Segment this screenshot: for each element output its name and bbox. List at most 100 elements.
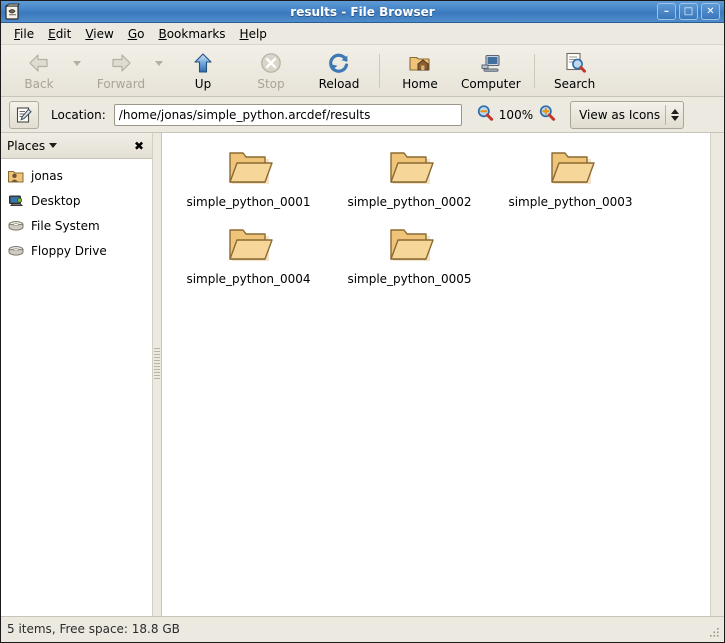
reload-icon: [327, 51, 351, 75]
zoom-level: 100%: [498, 107, 534, 122]
home-button[interactable]: Home: [386, 48, 454, 93]
menubar: File Edit View Go Bookmarks Help: [1, 23, 724, 45]
view-combo-separator: [665, 104, 667, 125]
file-name: simple_python_0001: [186, 195, 311, 209]
icon-grid: simple_python_0001 simple_python_0002 si…: [162, 133, 724, 293]
arrow-left-icon: [27, 51, 51, 75]
menu-go-accel: G: [127, 26, 138, 41]
close-sidebar-icon[interactable]: ✖: [132, 140, 146, 152]
home-folder-icon: [7, 167, 25, 185]
folder-icon: [225, 221, 273, 268]
toolbar-separator-1: [379, 53, 380, 88]
file-browser-icon[interactable]: [3, 2, 23, 22]
zoom-in-icon[interactable]: [538, 104, 556, 125]
maximize-button[interactable]: □: [679, 3, 698, 20]
up-label: Up: [194, 77, 212, 91]
location-label: Location:: [51, 107, 106, 122]
zoom-out-icon[interactable]: [476, 104, 494, 125]
menu-edit-label: dit: [55, 26, 72, 41]
menu-edit[interactable]: Edit: [41, 25, 78, 43]
content-area: Places ✖ jonas Desktop File System Flopp…: [1, 133, 724, 616]
location-bar: Location: 100% View as Icons: [1, 97, 724, 133]
menu-help-label: elp: [248, 26, 267, 41]
location-input[interactable]: [113, 103, 462, 126]
menu-help[interactable]: Help: [233, 25, 274, 43]
desktop-icon: [7, 192, 25, 210]
view-mode-label: View as Icons: [579, 107, 661, 122]
drive-harddisk-icon: [7, 217, 25, 235]
forward-button[interactable]: Forward: [87, 48, 155, 93]
file-browser-window: results - File Browser – □ ✕ File Edit V…: [0, 0, 725, 643]
file-name: simple_python_0005: [347, 272, 472, 286]
back-label: Back: [24, 77, 54, 91]
splitter-grip[interactable]: [154, 348, 160, 380]
file-view-pane[interactable]: simple_python_0001 simple_python_0002 si…: [161, 133, 724, 616]
folder-icon: [225, 144, 273, 191]
back-dropdown-icon[interactable]: [73, 61, 81, 66]
resize-grip-icon[interactable]: [707, 625, 721, 639]
sidebar-item-label: Floppy Drive: [31, 243, 107, 258]
folder-icon: [386, 221, 434, 268]
reload-label: Reload: [318, 77, 360, 91]
sidebar-item-jonas[interactable]: jonas: [1, 163, 152, 188]
titlebar[interactable]: results - File Browser – □ ✕: [1, 1, 724, 23]
up-button[interactable]: Up: [169, 48, 237, 93]
home-label: Home: [402, 77, 438, 91]
computer-button[interactable]: Computer: [454, 48, 528, 93]
edit-location-icon[interactable]: [9, 100, 39, 129]
file-item[interactable]: simple_python_0003: [490, 139, 651, 216]
view-mode-combo[interactable]: View as Icons: [570, 100, 685, 129]
toolbar-separator-2: [533, 53, 535, 88]
status-text: 5 items, Free space: 18.8 GB: [7, 622, 180, 636]
window-controls: – □ ✕: [657, 3, 724, 20]
sidebar-splitter[interactable]: [153, 133, 161, 616]
menu-view-label: iew: [93, 26, 114, 41]
menu-bookmarks-accel: B: [158, 26, 167, 41]
places-list: jonas Desktop File System Floppy Drive: [1, 159, 152, 616]
spinner-arrows-icon[interactable]: [671, 108, 680, 121]
search-label: Search: [554, 77, 596, 91]
menu-go[interactable]: Go: [121, 25, 152, 43]
search-button[interactable]: Search: [541, 48, 609, 93]
file-item[interactable]: simple_python_0005: [329, 216, 490, 293]
computer-icon: [479, 51, 503, 75]
reload-button[interactable]: Reload: [305, 48, 373, 93]
menu-bookmarks-label: ookmarks: [166, 26, 226, 41]
back-button[interactable]: Back: [5, 48, 73, 93]
toolbar: Back Forward Up Stop Reload Home Compute…: [1, 45, 724, 97]
folder-icon: [547, 144, 595, 191]
vertical-scrollbar[interactable]: [710, 133, 724, 616]
forward-label: Forward: [96, 77, 146, 91]
sidebar-item-file-system[interactable]: File System: [1, 213, 152, 238]
menu-file[interactable]: File: [7, 25, 41, 43]
places-sidebar: Places ✖ jonas Desktop File System Flopp…: [1, 133, 153, 616]
file-item[interactable]: simple_python_0002: [329, 139, 490, 216]
file-item[interactable]: simple_python_0001: [168, 139, 329, 216]
menu-edit-accel: E: [48, 26, 56, 41]
search-icon: [563, 51, 587, 75]
stop-label: Stop: [257, 77, 285, 91]
forward-dropdown-icon[interactable]: [155, 61, 163, 66]
sidebar-item-label: Desktop: [31, 193, 81, 208]
statusbar: 5 items, Free space: 18.8 GB: [1, 616, 724, 641]
sidebar-item-desktop[interactable]: Desktop: [1, 188, 152, 213]
window-title: results - File Browser: [290, 4, 435, 19]
file-name: simple_python_0002: [347, 195, 472, 209]
file-name: simple_python_0003: [508, 195, 633, 209]
sidebar-item-label: jonas: [31, 168, 63, 183]
menu-bookmarks[interactable]: Bookmarks: [151, 25, 232, 43]
places-header[interactable]: Places ✖: [1, 133, 152, 159]
file-item[interactable]: simple_python_0004: [168, 216, 329, 293]
arrow-up-icon: [191, 51, 215, 75]
arrow-right-icon: [109, 51, 133, 75]
menu-go-label: o: [137, 26, 145, 41]
menu-file-label: ile: [20, 26, 35, 41]
stop-button[interactable]: Stop: [237, 48, 305, 93]
menu-view[interactable]: View: [78, 25, 120, 43]
menu-help-accel: H: [239, 26, 249, 41]
home-folder-icon: [408, 51, 432, 75]
sidebar-item-floppy-drive[interactable]: Floppy Drive: [1, 238, 152, 263]
close-button[interactable]: ✕: [701, 3, 720, 20]
chevron-down-icon[interactable]: [49, 143, 58, 148]
minimize-button[interactable]: –: [657, 3, 676, 20]
